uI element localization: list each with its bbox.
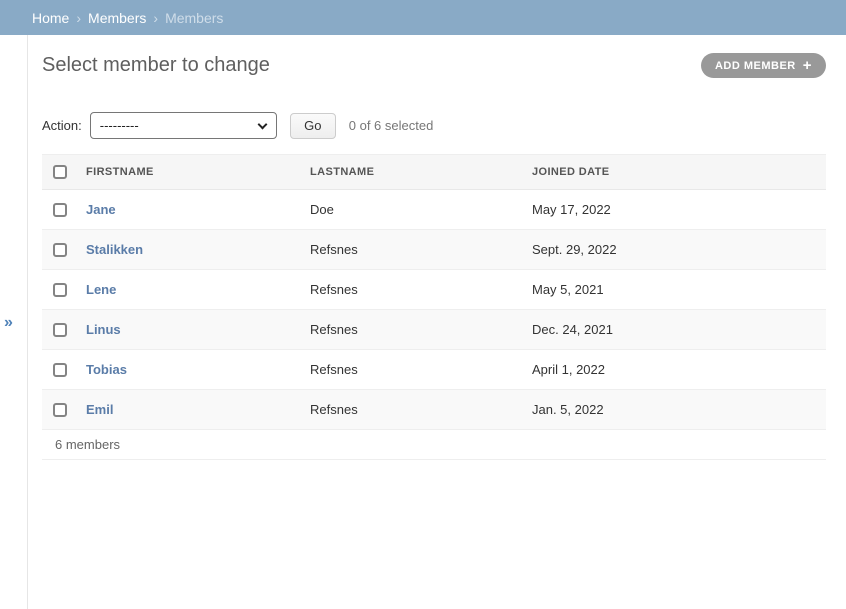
breadcrumb-separator: ›	[153, 10, 158, 26]
member-firstname-link[interactable]: Tobias	[86, 362, 127, 377]
row-checkbox[interactable]	[53, 403, 67, 417]
table-row: Jane Doe May 17, 2022	[42, 190, 826, 230]
table-header-row: FIRSTNAME LASTNAME JOINED DATE	[42, 155, 826, 190]
action-select[interactable]: ---------	[90, 112, 277, 139]
content-area: Select member to change ADD MEMBER + Act…	[28, 35, 846, 609]
breadcrumb-link-members[interactable]: Members	[88, 10, 146, 26]
members-table: FIRSTNAME LASTNAME JOINED DATE Jane Doe …	[42, 154, 826, 430]
column-header-firstname[interactable]: FIRSTNAME	[86, 155, 310, 190]
member-joined-date: May 5, 2021	[532, 270, 826, 310]
table-row: Stalikken Refsnes Sept. 29, 2022	[42, 230, 826, 270]
member-firstname-link[interactable]: Linus	[86, 322, 121, 337]
member-firstname-link[interactable]: Emil	[86, 402, 113, 417]
member-lastname: Refsnes	[310, 350, 532, 390]
action-label: Action:	[42, 118, 82, 133]
row-checkbox[interactable]	[53, 323, 67, 337]
row-checkbox[interactable]	[53, 243, 67, 257]
table-row: Linus Refsnes Dec. 24, 2021	[42, 310, 826, 350]
plus-icon: +	[803, 58, 812, 73]
member-firstname-link[interactable]: Stalikken	[86, 242, 143, 257]
member-lastname: Refsnes	[310, 230, 532, 270]
breadcrumb: Home › Members › Members	[0, 0, 846, 35]
member-joined-date: May 17, 2022	[532, 190, 826, 230]
member-lastname: Refsnes	[310, 270, 532, 310]
row-checkbox[interactable]	[53, 283, 67, 297]
add-member-button[interactable]: ADD MEMBER +	[701, 53, 826, 78]
member-joined-date: Jan. 5, 2022	[532, 390, 826, 430]
breadcrumb-separator: ›	[76, 10, 81, 26]
breadcrumb-current: Members	[165, 10, 223, 26]
breadcrumb-link-home[interactable]: Home	[32, 10, 69, 26]
member-firstname-link[interactable]: Jane	[86, 202, 116, 217]
row-checkbox[interactable]	[53, 203, 67, 217]
member-joined-date: Sept. 29, 2022	[532, 230, 826, 270]
page-title: Select member to change	[42, 54, 270, 77]
go-button[interactable]: Go	[290, 113, 336, 139]
column-header-joined-date[interactable]: JOINED DATE	[532, 155, 826, 190]
table-row: Lene Refsnes May 5, 2021	[42, 270, 826, 310]
table-row: Emil Refsnes Jan. 5, 2022	[42, 390, 826, 430]
sidebar-expand-toggle-icon[interactable]: »	[2, 313, 15, 333]
member-firstname-link[interactable]: Lene	[86, 282, 116, 297]
member-lastname: Doe	[310, 190, 532, 230]
member-count: 6 members	[42, 430, 826, 460]
member-joined-date: Dec. 24, 2021	[532, 310, 826, 350]
member-joined-date: April 1, 2022	[532, 350, 826, 390]
add-member-label: ADD MEMBER	[715, 60, 796, 72]
row-checkbox[interactable]	[53, 363, 67, 377]
member-lastname: Refsnes	[310, 390, 532, 430]
table-row: Tobias Refsnes April 1, 2022	[42, 350, 826, 390]
nav-sidebar-collapsed: »	[0, 35, 28, 609]
select-all-checkbox[interactable]	[53, 165, 67, 179]
actions-bar: Action: --------- Go 0 of 6 selected	[42, 112, 826, 139]
member-lastname: Refsnes	[310, 310, 532, 350]
selection-status: 0 of 6 selected	[349, 118, 434, 133]
column-header-lastname[interactable]: LASTNAME	[310, 155, 532, 190]
